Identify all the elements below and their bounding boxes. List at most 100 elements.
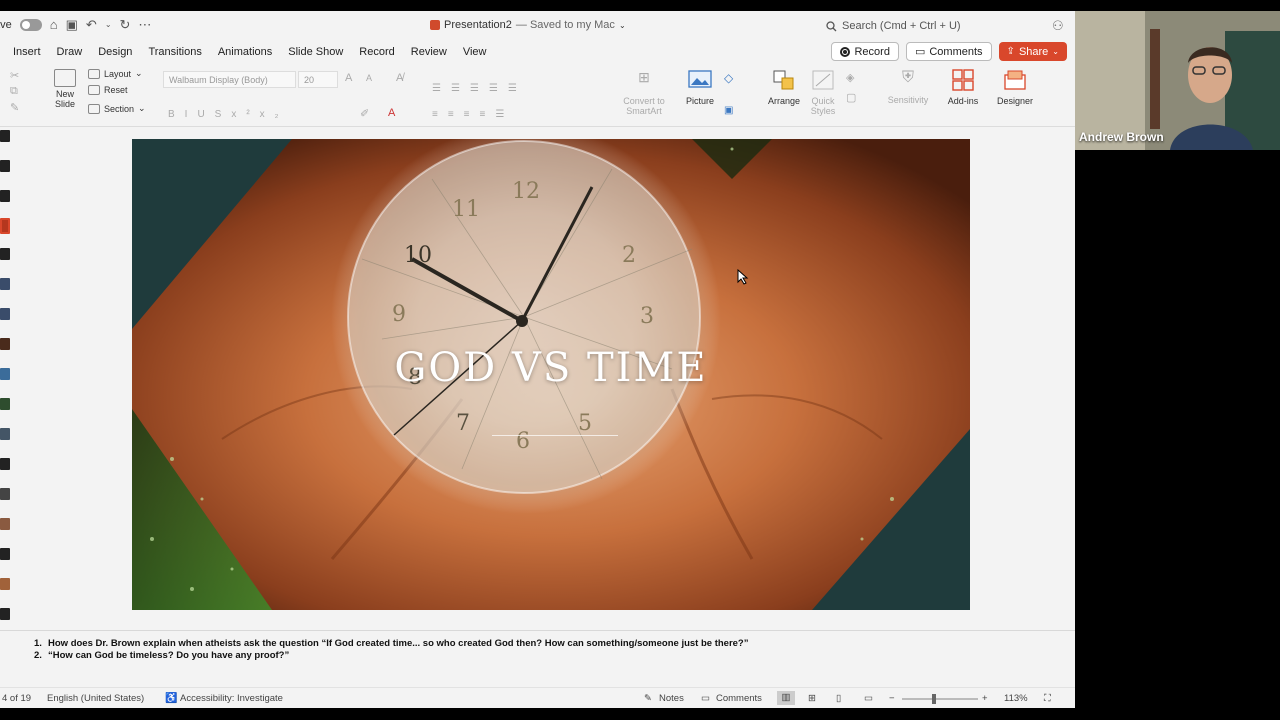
slide-thumbnail[interactable] — [0, 368, 10, 380]
zoom-slider-handle[interactable] — [932, 694, 936, 704]
speaker-notes-pane[interactable]: 1. How does Dr. Brown explain when atheis… — [0, 630, 1075, 685]
ribbon-home: ✂ ⧉ ✎ New Slide Layout ⌄ Reset Section ⌄… — [0, 63, 1075, 127]
slide-thumbnail[interactable] — [0, 608, 10, 620]
tab-insert[interactable]: Insert — [0, 46, 49, 58]
zoom-slider[interactable] — [902, 698, 978, 700]
slide-thumbnail[interactable] — [0, 398, 10, 410]
quick-styles-button[interactable]: Quick Styles — [806, 69, 840, 116]
tab-record[interactable]: Record — [351, 46, 402, 58]
tab-view[interactable]: View — [455, 46, 495, 58]
zoom-out-icon[interactable]: − — [889, 693, 895, 704]
clock-numeral: 3 — [640, 304, 654, 329]
section-button[interactable]: Section ⌄ — [88, 103, 146, 114]
paragraph-buttons-top[interactable]: ☰☰☰☰☰ — [432, 83, 527, 94]
slide-thumbnail-strip[interactable] — [0, 128, 14, 688]
cut-icon[interactable]: ✂ — [10, 69, 19, 82]
people-icon[interactable]: ⚇ — [1052, 18, 1064, 34]
slide-thumbnail[interactable] — [0, 308, 10, 320]
arrange-button[interactable]: Arrange — [765, 69, 803, 106]
picture-button[interactable]: Picture — [683, 69, 717, 106]
redo-icon[interactable]: ↻ — [120, 18, 131, 32]
font-format-buttons[interactable]: BIUSx²x₂ — [168, 109, 289, 120]
chevron-down-icon[interactable]: ⌄ — [105, 18, 112, 32]
comments-button[interactable]: ▭ Comments — [905, 42, 992, 61]
title-bar: ave ⌂ ▣ ↶ ⌄ ↻ ⋯ Presentation2 — Saved to… — [0, 11, 1075, 41]
share-button[interactable]: ⇪ Share ⌄ — [998, 42, 1067, 61]
shrink-font-icon[interactable]: A — [366, 73, 372, 83]
clock-numeral: 10 — [404, 243, 432, 268]
format-painter-icon[interactable]: ✎ — [10, 101, 19, 114]
notes-toggle[interactable]: Notes — [659, 693, 684, 704]
slide-thumbnail[interactable] — [0, 338, 10, 350]
more-icon[interactable]: ⋯ — [138, 18, 151, 32]
shapes-icon[interactable]: ◇ — [724, 71, 733, 85]
new-slide-button[interactable]: New Slide — [50, 69, 80, 109]
clock-numeral: 11 — [452, 197, 480, 222]
textbox-icon[interactable]: ▣ — [724, 105, 733, 116]
slide-thumbnail[interactable] — [0, 488, 10, 500]
slide-thumbnail[interactable] — [0, 190, 10, 202]
document-title[interactable]: Presentation2 — Saved to my Mac ⌄ — [430, 19, 626, 31]
save-icon[interactable]: ▣ — [66, 18, 78, 32]
undo-icon[interactable]: ↶ — [86, 18, 97, 32]
zoom-level[interactable]: 113% — [1004, 693, 1028, 704]
quick-styles-icon — [812, 70, 834, 90]
addins-button[interactable]: Add-ins — [944, 69, 982, 106]
slide-thumbnail[interactable] — [0, 578, 10, 590]
autosave-toggle[interactable] — [19, 19, 42, 31]
clock-numeral: 12 — [512, 179, 540, 204]
tab-review[interactable]: Review — [403, 46, 455, 58]
note-item: 2. “How can God be timeless? Do you have … — [34, 650, 748, 662]
copy-icon[interactable]: ⧉ — [10, 85, 18, 98]
tab-animations[interactable]: Animations — [210, 46, 280, 58]
highlight-icon[interactable]: ✐ — [360, 107, 369, 120]
reading-view-icon[interactable]: ▯ — [836, 693, 841, 704]
slide-sorter-icon[interactable]: ⊞ — [808, 693, 816, 704]
slide-canvas[interactable]: 12 11 10 2 9 3 8 7 6 5 GOD VS TIME — [132, 139, 970, 610]
slide-thumbnail[interactable] — [0, 278, 10, 290]
accessibility-status[interactable]: Accessibility: Investigate — [180, 693, 283, 704]
share-label: Share — [1018, 45, 1049, 58]
layout-button[interactable]: Layout ⌄ — [88, 68, 143, 79]
new-slide-label: New Slide — [54, 89, 75, 109]
convert-smartart-button[interactable]: ⊞ Convert to SmartArt — [620, 69, 668, 116]
tab-draw[interactable]: Draw — [49, 46, 91, 58]
search-placeholder: Search (Cmd + Ctrl + U) — [842, 20, 961, 32]
zoom-in-icon[interactable]: + — [982, 693, 988, 704]
record-button[interactable]: Record — [831, 42, 899, 61]
font-name-select[interactable]: Walbaum Display (Body) — [163, 71, 296, 88]
designer-button[interactable]: Designer — [995, 69, 1035, 106]
paragraph-buttons-bottom[interactable]: ≡≡≡≡☰ — [432, 109, 514, 120]
font-size-select[interactable]: 20 — [298, 71, 338, 88]
grow-font-icon[interactable]: A — [345, 72, 352, 84]
language-indicator[interactable]: English (United States) — [47, 693, 144, 704]
font-color-icon[interactable]: A — [388, 107, 395, 119]
slide-thumbnail[interactable] — [0, 130, 10, 142]
sensitivity-button[interactable]: ⛨ Sensitivity — [884, 69, 932, 105]
search-box[interactable]: Search (Cmd + Ctrl + U) — [826, 16, 1036, 36]
notes-icon: ✎ — [644, 693, 652, 704]
tab-transitions[interactable]: Transitions — [140, 46, 209, 58]
comments-toggle[interactable]: Comments — [716, 693, 762, 704]
tab-design[interactable]: Design — [90, 46, 140, 58]
slide-thumbnail[interactable] — [0, 518, 10, 530]
normal-view-icon[interactable]: ▥ — [777, 691, 795, 705]
slide-thumbnail[interactable] — [0, 428, 10, 440]
smartart-icon: ⊞ — [638, 69, 650, 85]
reset-button[interactable]: Reset — [88, 85, 128, 95]
new-slide-icon — [54, 69, 76, 87]
layout-label: Layout — [104, 68, 132, 79]
clear-format-icon[interactable]: A̸ — [396, 72, 403, 84]
tab-slide-show[interactable]: Slide Show — [280, 46, 351, 58]
shape-outline-icon[interactable]: ▢ — [846, 91, 856, 104]
fit-to-window-icon[interactable]: ⛶ — [1044, 693, 1051, 704]
home-icon[interactable]: ⌂ — [50, 18, 58, 32]
slide-thumbnail[interactable] — [0, 548, 10, 560]
shape-fill-icon[interactable]: ◈ — [846, 71, 854, 84]
slide-thumbnail[interactable] — [0, 160, 10, 172]
slide-thumbnail[interactable] — [0, 458, 10, 470]
slideshow-view-icon[interactable]: ▭ — [864, 693, 873, 704]
slide-thumbnail-selected[interactable] — [0, 218, 10, 234]
slide-thumbnail[interactable] — [0, 248, 10, 260]
slide-title[interactable]: GOD VS TIME — [132, 345, 970, 391]
